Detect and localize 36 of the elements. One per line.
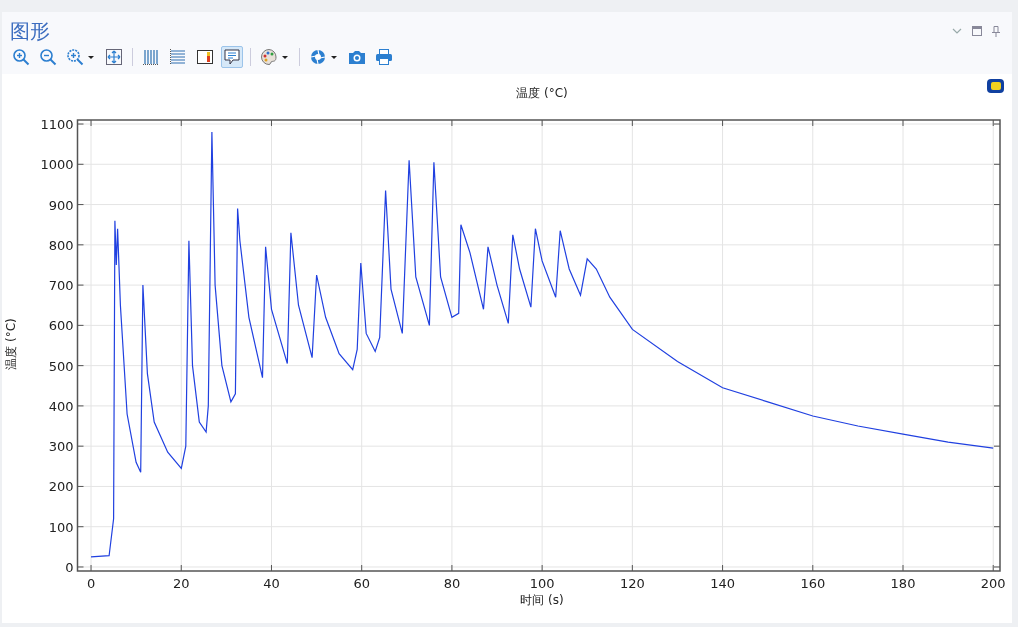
tooltip-icon[interactable] bbox=[221, 46, 243, 68]
x-tick-label: 0 bbox=[86, 576, 96, 591]
chevron-down-icon[interactable] bbox=[952, 27, 962, 35]
chart-title: 温度 (°C) bbox=[516, 86, 568, 100]
y-tick-label: 400 bbox=[48, 398, 74, 414]
x-tick-label: 60 bbox=[353, 576, 370, 591]
x-tick-label: 20 bbox=[173, 576, 190, 591]
x-tick-label: 160 bbox=[800, 576, 826, 591]
zoom-out-icon[interactable] bbox=[37, 46, 59, 68]
y-tick-label: 900 bbox=[48, 197, 74, 213]
y-tick-label: 1000 bbox=[40, 157, 74, 173]
y-tick-label: 500 bbox=[48, 358, 74, 374]
x-tick-label: 200 bbox=[980, 576, 1006, 591]
x-tick-label: 180 bbox=[890, 576, 916, 591]
x-tick-label: 80 bbox=[443, 576, 461, 591]
y-tick-label: 100 bbox=[48, 519, 74, 535]
pin-icon[interactable] bbox=[992, 25, 1000, 37]
y-tick-label: 300 bbox=[48, 439, 74, 455]
legend-icon[interactable] bbox=[987, 79, 1004, 93]
y-tick-label: 700 bbox=[48, 278, 74, 294]
x-tick-label: 40 bbox=[263, 576, 280, 591]
x-tick-label: 140 bbox=[710, 576, 735, 591]
x-axis-label: 时间 (s) bbox=[520, 593, 564, 607]
x-tick-label: 120 bbox=[619, 576, 645, 591]
zoom-in-icon[interactable] bbox=[10, 46, 32, 68]
y-tick-label: 0 bbox=[65, 559, 74, 575]
y-tick-label: 600 bbox=[48, 318, 74, 334]
y-tick-label: 800 bbox=[48, 237, 74, 253]
x-tick-label: 100 bbox=[529, 576, 555, 591]
printer-icon[interactable] bbox=[373, 46, 395, 68]
y-tick-label: 1100 bbox=[40, 117, 74, 133]
y-tick-label: 200 bbox=[48, 479, 74, 495]
restore-icon[interactable] bbox=[972, 26, 982, 36]
zoom-extents-icon[interactable] bbox=[103, 46, 125, 68]
y-axis-label: 温度 (°C) bbox=[4, 318, 18, 370]
window-title: 图形 bbox=[10, 18, 50, 44]
